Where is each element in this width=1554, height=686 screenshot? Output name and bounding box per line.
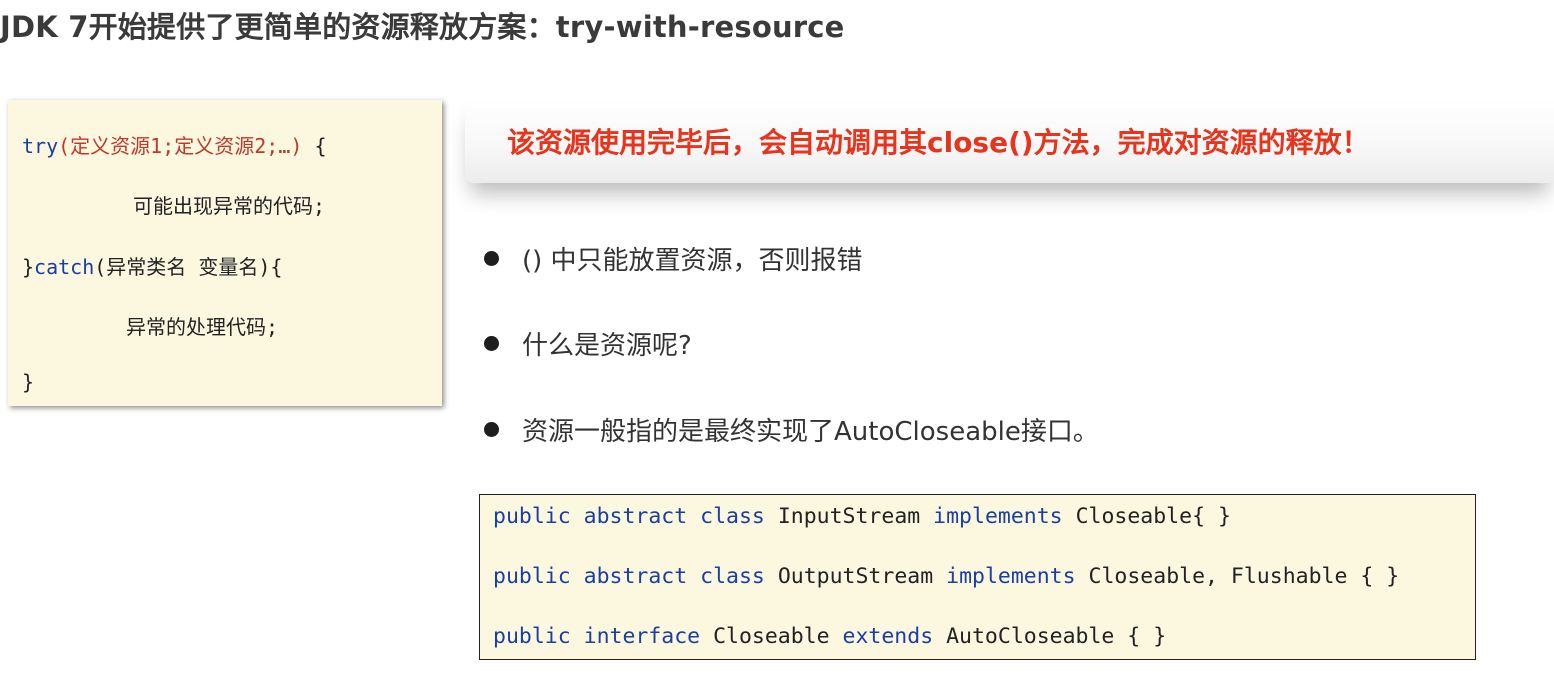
bullet-text: () 中只能放置资源，否则报错 xyxy=(522,246,863,276)
code-line-body: 可能出现异常的代码; xyxy=(133,194,326,218)
open-brace: { xyxy=(302,134,327,158)
code-line-closeable: public interface Closeable extends AutoC… xyxy=(493,624,1166,649)
code-line-handler: 异常的处理代码; xyxy=(126,315,279,339)
class-keyword: class xyxy=(700,504,765,529)
class-name: OutputStream xyxy=(777,564,934,589)
interface-keyword: interface xyxy=(583,624,701,649)
code-line-catch: }catch(异常类名 变量名){ xyxy=(22,251,282,280)
bullet-dot-icon xyxy=(484,251,499,266)
catch-params: (异常类名 变量名){ xyxy=(94,255,283,279)
code-line-end-brace: } xyxy=(22,370,35,394)
abstract-keyword: abstract xyxy=(583,504,688,529)
closeable-examples-box: public abstract class InputStream implem… xyxy=(479,494,1476,660)
bullet-text: 什么是资源呢? xyxy=(522,331,692,361)
implements-keyword: implements xyxy=(946,564,1076,589)
catch-keyword: catch xyxy=(34,255,95,279)
bullet-dot-icon xyxy=(484,336,499,351)
extends-keyword: extends xyxy=(842,624,934,649)
try-keyword: try xyxy=(22,134,59,158)
bullet-text: 资源一般指的是最终实现了AutoCloseable接口。 xyxy=(522,417,1099,447)
interface-list: Closeable{ } xyxy=(1075,504,1231,529)
code-line-outputstream: public abstract class OutputStream imple… xyxy=(493,564,1399,589)
code-line-inputstream: public abstract class InputStream implem… xyxy=(493,504,1231,529)
public-keyword: public xyxy=(493,564,571,589)
close-brace: } xyxy=(22,255,35,279)
public-keyword: public xyxy=(493,624,571,649)
callout-text: 该资源使用完毕后，会自动调用其close()方法，完成对资源的释放！ xyxy=(507,126,1370,159)
list-item: () 中只能放置资源，否则报错 xyxy=(484,240,863,277)
auto-close-callout: 该资源使用完毕后，会自动调用其close()方法，完成对资源的释放！ xyxy=(465,99,1554,183)
page-title: JDK 7开始提供了更简单的资源释放方案：try-with-resource xyxy=(0,10,845,44)
interface-list: Closeable, Flushable { } xyxy=(1088,564,1400,589)
close-paren: ) xyxy=(290,134,303,158)
list-item: 资源一般指的是最终实现了AutoCloseable接口。 xyxy=(484,411,1099,448)
list-item: 什么是资源呢? xyxy=(484,325,692,362)
code-line-try: try(定义资源1;定义资源2;…) { xyxy=(22,130,327,159)
parent-interface: AutoCloseable { } xyxy=(946,624,1167,649)
class-name: InputStream xyxy=(777,504,921,529)
abstract-keyword: abstract xyxy=(583,564,688,589)
public-keyword: public xyxy=(493,504,571,529)
bullet-dot-icon xyxy=(484,422,499,437)
class-keyword: class xyxy=(700,564,765,589)
resource-definitions: 定义资源1;定义资源2;… xyxy=(70,134,291,158)
implements-keyword: implements xyxy=(933,504,1063,529)
open-paren: ( xyxy=(58,134,71,158)
interface-name: Closeable xyxy=(713,624,830,649)
try-with-resource-syntax-box: try(定义资源1;定义资源2;…) { 可能出现异常的代码; }catch(异… xyxy=(8,100,442,406)
